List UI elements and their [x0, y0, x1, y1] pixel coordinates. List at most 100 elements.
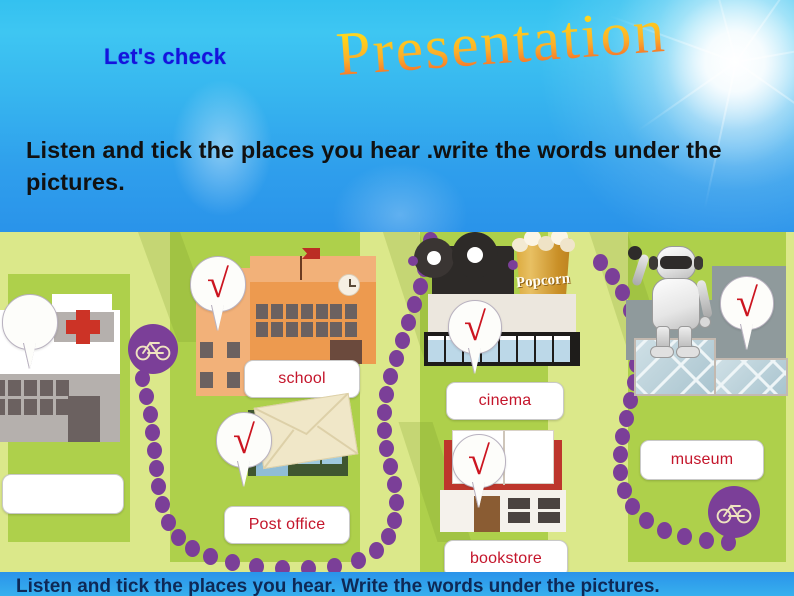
bicycle-icon	[135, 341, 171, 361]
check-mark-icon: √	[207, 261, 229, 306]
place-marker-cinema[interactable]: √	[448, 300, 502, 374]
sun-ray-icon	[735, 0, 794, 63]
bookstore-windows	[508, 498, 560, 523]
road-dot	[327, 558, 342, 572]
header-sky-panel: Let's check Presentation Listen and tick…	[0, 0, 794, 232]
road-dot	[395, 332, 410, 349]
robot-ear	[649, 256, 658, 270]
school-clock-icon	[338, 274, 360, 296]
place-marker-hospital[interactable]	[2, 294, 58, 370]
road-dot	[249, 558, 264, 572]
place-label-cinema[interactable]: cinema	[446, 382, 564, 420]
popcorn-kernels-icon	[510, 232, 576, 254]
camera-knob-icon	[508, 260, 518, 270]
road-dot	[625, 498, 640, 515]
sun-ray-icon	[706, 0, 737, 63]
road-dot	[143, 406, 158, 423]
place-marker-museum[interactable]: √	[720, 276, 774, 350]
road-dot	[613, 464, 628, 481]
place-label-school[interactable]: school	[244, 360, 360, 398]
road-dot	[147, 442, 162, 459]
road-dot	[387, 512, 402, 529]
sun-ray-icon	[735, 39, 794, 63]
instruction-text: Listen and tick the places you hear .wri…	[26, 137, 722, 196]
road-dot	[677, 528, 692, 545]
place-label-text: school	[278, 370, 326, 387]
robot-foot	[650, 346, 674, 358]
road-dot	[593, 254, 608, 271]
place-marker-school[interactable]: √	[190, 256, 246, 332]
check-mark-icon: √	[464, 304, 486, 349]
road-dot	[139, 388, 154, 405]
school-windows	[330, 304, 357, 337]
marker-tail	[24, 343, 36, 370]
museum-glass-panel	[714, 358, 788, 396]
check-mark-icon: √	[736, 280, 758, 325]
road-dot	[617, 482, 632, 499]
place-label-hospital[interactable]	[2, 474, 124, 514]
camera-knob-icon	[408, 256, 418, 266]
school-flag-pole	[300, 256, 302, 280]
place-label-text: cinema	[478, 392, 532, 409]
road-dot	[619, 410, 634, 427]
road-dot	[301, 560, 316, 572]
bottom-strip-text: Listen and tick the places you hear. Wri…	[16, 576, 660, 596]
road-dot	[699, 532, 714, 549]
map-illustration: √ school √ Post office Popcorn √ cinema …	[0, 232, 794, 572]
road-dot	[351, 552, 366, 569]
place-marker-post-office[interactable]: √	[216, 412, 272, 488]
robot-ear	[694, 256, 703, 270]
road-dot	[613, 446, 628, 463]
road-dot	[225, 554, 240, 571]
road-dot	[657, 522, 672, 539]
road-dot	[615, 428, 630, 445]
school-windows	[256, 304, 328, 337]
slide-root: Let's check Presentation Listen and tick…	[0, 0, 794, 596]
place-label-text: bookstore	[469, 550, 543, 567]
place-label-museum[interactable]: museum	[640, 440, 764, 480]
road-dot	[171, 529, 186, 546]
road-dot	[149, 460, 164, 477]
road-dot	[369, 542, 384, 559]
road-dot	[615, 284, 630, 301]
place-label-bookstore[interactable]: bookstore	[444, 540, 568, 572]
road-dot	[389, 494, 404, 511]
bike-badge-icon[interactable]	[708, 486, 760, 538]
bicycle-icon	[716, 504, 752, 524]
robot-visor	[660, 256, 692, 269]
hospital-cross-icon	[66, 320, 100, 334]
museum-glass-panel	[634, 338, 716, 396]
check-mark-icon: √	[468, 438, 490, 483]
road-dot	[605, 268, 620, 285]
place-label-text: Post office	[248, 516, 326, 533]
road-dot	[381, 528, 396, 545]
hospital-door	[68, 396, 100, 442]
place-marker-bookstore[interactable]: √	[452, 434, 506, 508]
road-dot	[401, 314, 416, 331]
sun-ray-icon	[637, 61, 737, 132]
place-label-text: museum	[670, 451, 734, 468]
robot-hand-right	[699, 316, 711, 328]
glass-lattice	[716, 360, 786, 394]
check-mark-icon: √	[233, 417, 255, 462]
film-reel-icon	[452, 232, 498, 278]
road-dot	[161, 514, 176, 531]
film-reel-icon	[414, 238, 454, 278]
road-dot	[275, 560, 290, 572]
road-dot	[387, 476, 402, 493]
road-dot	[383, 368, 398, 385]
page-title: Presentation	[334, 0, 669, 91]
glass-lattice	[636, 340, 714, 394]
road-dot	[639, 512, 654, 529]
hospital-windows	[0, 380, 69, 415]
road-dot	[413, 278, 428, 295]
place-label-post-office[interactable]: Post office	[224, 506, 350, 544]
popcorn-label: Popcorn	[515, 270, 571, 291]
road-dot	[155, 496, 170, 513]
robot-body	[652, 278, 700, 330]
road-dot	[377, 404, 392, 421]
road-dot	[203, 548, 218, 565]
road-dot	[377, 422, 392, 439]
bike-badge-icon[interactable]	[128, 324, 178, 374]
marker-bulb	[2, 294, 58, 350]
